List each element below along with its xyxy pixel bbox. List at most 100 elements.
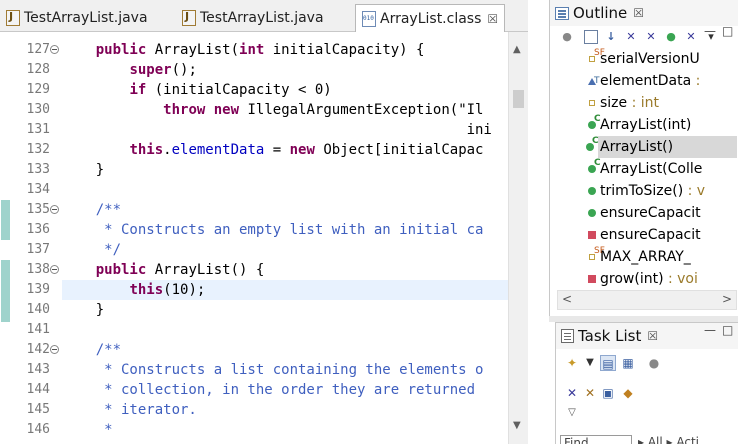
fold-toggle-icon[interactable] — [50, 205, 59, 214]
outline-item[interactable]: grow(int) : voi — [588, 268, 738, 288]
view-menu-icon[interactable]: ▾ — [704, 30, 718, 44]
code-line[interactable]: * — [62, 420, 508, 440]
close-icon[interactable]: ☒ — [487, 12, 498, 26]
code-line[interactable]: ini — [62, 120, 508, 140]
outline-item[interactable]: C ArrayList(int) — [588, 114, 738, 136]
code-line[interactable]: public ArrayList() { — [62, 260, 508, 280]
code-line[interactable]: */ — [62, 240, 508, 260]
hide-local-types-icon[interactable]: ✕ — [684, 30, 698, 44]
focus-icon[interactable]: ● — [646, 355, 662, 371]
line-number: 131 — [26, 122, 50, 137]
outline-item[interactable]: SF MAX_ARRAY_ — [589, 246, 738, 268]
code-token: /** — [62, 342, 122, 358]
outline-item[interactable]: SF serialVersionU — [589, 48, 738, 70]
code-token: } — [62, 302, 105, 318]
outline-item[interactable]: C ArrayList() — [586, 136, 737, 158]
line-number: 129 — [26, 82, 50, 97]
line-number: 139 — [26, 282, 50, 297]
synchronize-icon[interactable]: ◆ — [620, 385, 636, 401]
find-scope-links[interactable]: ▸ All ▸ Acti — [638, 435, 699, 444]
line-number: 132 — [26, 142, 50, 157]
code-line[interactable]: /** — [62, 340, 508, 360]
modifier-badge: C — [592, 136, 599, 146]
outline-item-label: elementData — [600, 73, 692, 89]
line-number: 127 — [26, 42, 50, 57]
new-task-icon[interactable]: ✦ — [564, 355, 580, 371]
sort-icon[interactable] — [584, 30, 598, 44]
code-line[interactable]: * Constructs a list containing the eleme… — [62, 360, 508, 380]
outline-item-label: ensureCapacit — [600, 227, 701, 243]
outline-item-label: size — [600, 95, 628, 111]
scroll-left-arrow-icon[interactable]: < — [562, 292, 572, 306]
code-line[interactable]: throw new IllegalArgumentException("Il — [62, 100, 508, 120]
code-token: * Constructs a list containing the eleme… — [62, 362, 484, 378]
close-icon[interactable]: ☒ — [647, 329, 658, 343]
code-token: ini — [62, 122, 492, 138]
line-number: 145 — [26, 402, 50, 417]
line-number: 137 — [26, 242, 50, 257]
scrollbar-thumb[interactable] — [513, 90, 524, 108]
code-line[interactable]: this.elementData = new Object[initialCap… — [62, 140, 508, 160]
find-input[interactable]: Find — [560, 435, 632, 444]
outline-item-label: ArrayList(int) — [600, 117, 692, 133]
outline-item[interactable]: trimToSize() : v — [588, 180, 738, 202]
editor-vertical-scrollbar[interactable]: ▲ ▼ — [508, 32, 528, 444]
code-line[interactable]: public ArrayList(int initialCapacity) { — [62, 40, 508, 60]
code-token: int — [239, 42, 265, 58]
hide-static-icon[interactable]: ✕ — [644, 30, 658, 44]
collapse-all-icon[interactable]: ● — [560, 30, 574, 44]
scroll-down-arrow-icon[interactable]: ▼ — [513, 420, 521, 431]
fold-toggle-icon[interactable] — [50, 265, 59, 274]
fold-toggle-icon[interactable] — [50, 345, 59, 354]
code-line[interactable]: * collection, in the order they are retu… — [62, 380, 508, 400]
scroll-right-arrow-icon[interactable]: > — [722, 292, 732, 306]
outline-item-type: : — [691, 73, 701, 89]
maximize-icon[interactable]: □ — [722, 323, 733, 337]
outline-horizontal-scrollbar[interactable]: < > — [557, 290, 737, 310]
code-line[interactable]: if (initialCapacity < 0) — [62, 80, 508, 100]
outline-item[interactable]: ensureCapacit — [588, 202, 738, 224]
outline-item[interactable]: size : int — [589, 92, 738, 114]
task-filter-icon[interactable]: ▣ — [600, 385, 616, 401]
tab-testarraylist-java-2[interactable]: TestArrayList.java — [176, 4, 324, 32]
code-line[interactable]: * Constructs an empty list with an initi… — [62, 220, 508, 240]
outline-item[interactable]: TelementData : — [588, 70, 738, 92]
code-line-current[interactable]: this(10); — [62, 280, 508, 300]
code-area[interactable]: public ArrayList(int initialCapacity) { … — [62, 32, 508, 444]
line-number: 130 — [26, 102, 50, 117]
code-line[interactable]: /** — [62, 200, 508, 220]
outline-toolbar: ● ↓ ✕ ✕ ● ✕ ▾ — [560, 30, 735, 48]
tab-testarraylist-java-1[interactable]: TestArrayList.java — [0, 4, 148, 32]
minimize-icon[interactable]: — — [704, 323, 716, 337]
code-token: throw — [163, 102, 206, 118]
code-line[interactable] — [62, 180, 508, 200]
code-line[interactable]: * iterator. — [62, 400, 508, 420]
code-line[interactable]: } — [62, 300, 508, 320]
view-menu-icon[interactable]: ▽ — [564, 405, 580, 421]
categorized-icon[interactable]: ▤ — [600, 355, 616, 371]
new-task-dropdown-icon[interactable]: ▼ — [582, 355, 598, 371]
outline-item-type: : int — [627, 95, 660, 111]
code-token: } — [62, 162, 105, 178]
collapse-all-icon[interactable]: ✕ — [564, 385, 580, 401]
scheduled-icon[interactable]: ▦ — [620, 355, 636, 371]
scroll-up-arrow-icon[interactable]: ▲ — [513, 44, 521, 55]
hide-nonpublic-icon[interactable]: ● — [664, 30, 678, 44]
focus-on-active-icon[interactable]: ✕ — [582, 385, 598, 401]
fold-toggle-icon[interactable] — [50, 45, 59, 54]
sort-alpha-icon[interactable]: ↓ — [604, 30, 618, 44]
outline-header[interactable]: Outline ☒ — [550, 0, 738, 26]
hide-fields-icon[interactable]: ✕ — [624, 30, 638, 44]
outline-item[interactable]: ensureCapacit — [588, 224, 738, 246]
code-token: this — [129, 142, 164, 158]
code-line[interactable]: } — [62, 160, 508, 180]
task-list-icon — [561, 329, 574, 343]
outline-item[interactable]: C ArrayList(Colle — [588, 158, 738, 180]
code-line[interactable] — [62, 320, 508, 340]
code-line[interactable]: super(); — [62, 60, 508, 80]
tab-arraylist-class[interactable]: ArrayList.class ☒ — [355, 4, 505, 32]
close-icon[interactable]: ☒ — [633, 6, 644, 20]
tab-label: TestArrayList.java — [200, 10, 324, 26]
